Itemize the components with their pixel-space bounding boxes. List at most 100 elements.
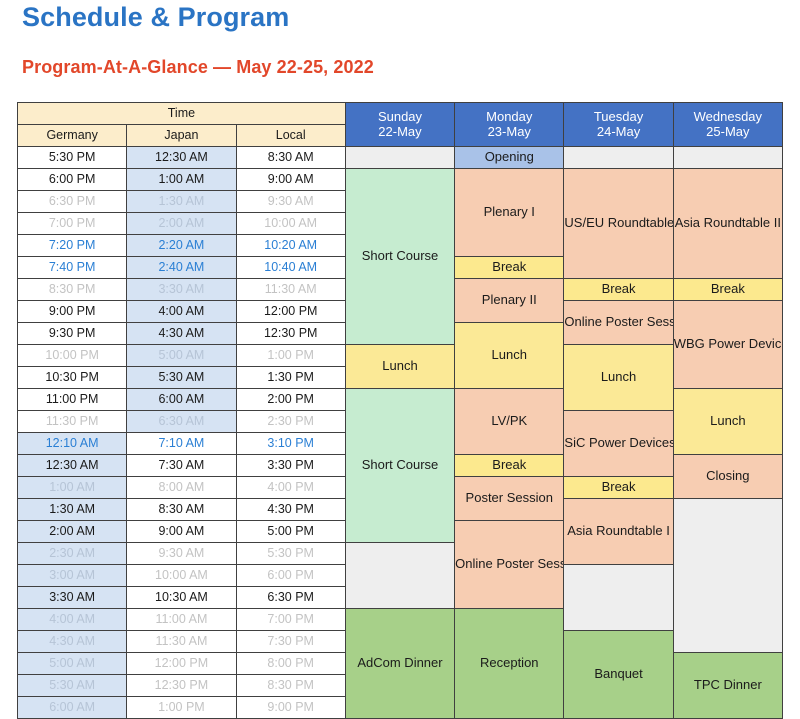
time-cell-germany: 1:30 AM bbox=[16, 498, 128, 521]
time-cell-local: 6:30 PM bbox=[235, 586, 346, 609]
event-cell-monday-break[interactable]: Break bbox=[454, 256, 565, 279]
event-cell-tuesday-us-eu-roundtable[interactable]: US/EU Roundtable bbox=[563, 168, 674, 279]
timezone-header-japan: Japan bbox=[126, 124, 237, 147]
time-cell-germany: 2:30 AM bbox=[16, 542, 128, 565]
event-cell-tuesday-break[interactable]: Break bbox=[563, 476, 674, 499]
time-cell-germany: 4:00 AM bbox=[16, 608, 128, 631]
time-cell-local: 12:00 PM bbox=[235, 300, 346, 323]
time-cell-local: 1:30 PM bbox=[235, 366, 346, 389]
time-cell-japan: 4:00 AM bbox=[126, 300, 237, 323]
time-cell-local: 7:30 PM bbox=[235, 630, 346, 653]
time-cell-japan: 7:10 AM bbox=[126, 432, 237, 455]
day-header-tuesday-name: Tuesday bbox=[593, 108, 644, 124]
event-cell-tuesday-sic-power-devices[interactable]: SiC Power Devices bbox=[563, 410, 674, 477]
time-cell-local: 3:30 PM bbox=[235, 454, 346, 477]
event-cell-sunday-short-course[interactable]: Short Course bbox=[344, 388, 456, 543]
time-cell-germany: 7:20 PM bbox=[16, 234, 128, 257]
time-cell-local: 9:00 PM bbox=[235, 696, 346, 719]
day-header-wednesday: Wednesday 25-May bbox=[672, 102, 784, 147]
time-cell-local: 8:00 PM bbox=[235, 652, 346, 675]
time-cell-local: 2:00 PM bbox=[235, 388, 346, 411]
event-cell-monday-reception[interactable]: Reception bbox=[454, 608, 565, 719]
time-cell-local: 1:00 PM bbox=[235, 344, 346, 367]
time-cell-japan: 12:30 AM bbox=[126, 146, 237, 169]
time-cell-local: 10:00 AM bbox=[235, 212, 346, 235]
event-cell-wednesday-tpc-dinner[interactable]: TPC Dinner bbox=[672, 652, 784, 719]
event-cell-monday-opening[interactable]: Opening bbox=[454, 146, 565, 169]
time-cell-germany: 8:30 PM bbox=[16, 278, 128, 301]
event-cell-wednesday-break[interactable]: Break bbox=[672, 278, 784, 301]
event-cell-wednesday-asia-roundtable-ii[interactable]: Asia Roundtable II bbox=[672, 168, 784, 279]
time-cell-local: 10:20 AM bbox=[235, 234, 346, 257]
event-cell-sunday-lunch[interactable]: Lunch bbox=[344, 344, 456, 389]
time-cell-japan: 11:00 AM bbox=[126, 608, 237, 631]
event-cell-wednesday-closing[interactable]: Closing bbox=[672, 454, 784, 499]
event-cell-monday-poster-session[interactable]: Poster Session bbox=[454, 476, 565, 521]
time-cell-japan: 8:00 AM bbox=[126, 476, 237, 499]
time-cell-japan: 5:30 AM bbox=[126, 366, 237, 389]
event-cell-tuesday-asia-roundtable-i[interactable]: Asia Roundtable I bbox=[563, 498, 674, 565]
time-cell-japan: 3:30 AM bbox=[126, 278, 237, 301]
day-header-monday-date: 23-May bbox=[487, 123, 531, 139]
event-cell-tuesday-banquet[interactable]: Banquet bbox=[563, 630, 674, 719]
time-cell-japan: 2:40 AM bbox=[126, 256, 237, 279]
timezone-header-local: Local bbox=[235, 124, 346, 147]
time-cell-germany: 12:30 AM bbox=[16, 454, 128, 477]
time-cell-japan: 6:30 AM bbox=[126, 410, 237, 433]
event-cell-monday-break[interactable]: Break bbox=[454, 454, 565, 477]
event-cell-sunday-adcom-dinner[interactable]: AdCom Dinner bbox=[344, 608, 456, 719]
schedule-row: 6:00 PM 1:00 AM 9:00 AM Short Course Plenary… bbox=[16, 168, 784, 345]
time-cell-germany: 5:00 AM bbox=[16, 652, 128, 675]
time-cell-japan: 1:00 AM bbox=[126, 168, 237, 191]
time-cell-local: 9:30 AM bbox=[235, 190, 346, 213]
event-cell-monday-online-poster-session-i[interactable]: Online Poster Session I bbox=[454, 520, 565, 609]
time-cell-japan: 6:00 AM bbox=[126, 388, 237, 411]
time-cell-local: 6:00 PM bbox=[235, 564, 346, 587]
time-cell-germany: 11:00 PM bbox=[16, 388, 128, 411]
time-cell-japan: 12:30 PM bbox=[126, 674, 237, 697]
event-cell-sunday-empty bbox=[344, 542, 456, 609]
time-cell-local: 12:30 PM bbox=[235, 322, 346, 345]
time-cell-germany: 3:00 AM bbox=[16, 564, 128, 587]
event-cell-monday-lunch[interactable]: Lunch bbox=[454, 322, 565, 389]
event-cell-tuesday-empty bbox=[563, 146, 674, 169]
time-cell-germany: 6:00 PM bbox=[16, 168, 128, 191]
time-cell-germany: 6:30 PM bbox=[16, 190, 128, 213]
time-cell-japan: 11:30 AM bbox=[126, 630, 237, 653]
time-cell-germany: 11:30 PM bbox=[16, 410, 128, 433]
time-cell-local: 7:00 PM bbox=[235, 608, 346, 631]
time-cell-germany: 6:00 AM bbox=[16, 696, 128, 719]
event-cell-sunday-short-course[interactable]: Short Course bbox=[344, 168, 456, 345]
time-cell-japan: 1:00 PM bbox=[126, 696, 237, 719]
day-header-sunday-date: 22-May bbox=[378, 123, 422, 139]
schedule-row: 10:00 PM 5:00 AM 1:00 PM Lunch Lunch bbox=[16, 344, 783, 411]
time-cell-japan: 4:30 AM bbox=[126, 322, 237, 345]
time-cell-local: 9:00 AM bbox=[235, 168, 346, 191]
event-cell-tuesday-lunch[interactable]: Lunch bbox=[563, 344, 674, 411]
timezone-header-germany: Germany bbox=[16, 124, 128, 147]
schedule-table-container: Time Sunday 22-May Monday 23-May Tuesday… bbox=[16, 102, 784, 719]
time-cell-germany: 3:30 AM bbox=[16, 586, 128, 609]
time-cell-local: 5:30 PM bbox=[235, 542, 346, 565]
event-cell-monday-plenary-ii[interactable]: Plenary II bbox=[454, 278, 565, 323]
event-cell-tuesday-empty bbox=[563, 564, 674, 631]
event-cell-wednesday-empty bbox=[672, 498, 784, 653]
event-cell-wednesday-lunch[interactable]: Lunch bbox=[672, 388, 784, 455]
day-header-monday-name: Monday bbox=[486, 108, 533, 124]
event-cell-wednesday-wbg-power-devices[interactable]: WBG Power Devices bbox=[672, 300, 784, 389]
time-cell-local: 8:30 AM bbox=[235, 146, 346, 169]
schedule-row: 5:30 PM 12:30 AM 8:30 AM Opening bbox=[16, 146, 784, 169]
event-cell-monday-lv-pk[interactable]: LV/PK bbox=[454, 388, 565, 455]
event-cell-monday-plenary-i[interactable]: Plenary I bbox=[454, 168, 565, 257]
event-cell-tuesday-online-poster-session-ii[interactable]: Online Poster Session II bbox=[563, 300, 674, 345]
day-header-sunday-name: Sunday bbox=[377, 108, 423, 124]
time-cell-japan: 10:00 AM bbox=[126, 564, 237, 587]
time-cell-japan: 5:00 AM bbox=[126, 344, 237, 367]
time-cell-germany: 2:00 AM bbox=[16, 520, 128, 543]
page-subtitle: Program-At-A-Glance — May 22-25, 2022 bbox=[22, 57, 374, 77]
time-cell-japan: 10:30 AM bbox=[126, 586, 237, 609]
time-cell-germany: 10:00 PM bbox=[16, 344, 128, 367]
time-cell-japan: 8:30 AM bbox=[126, 498, 237, 521]
event-cell-tuesday-break[interactable]: Break bbox=[563, 278, 674, 301]
time-cell-germany: 10:30 PM bbox=[16, 366, 128, 389]
